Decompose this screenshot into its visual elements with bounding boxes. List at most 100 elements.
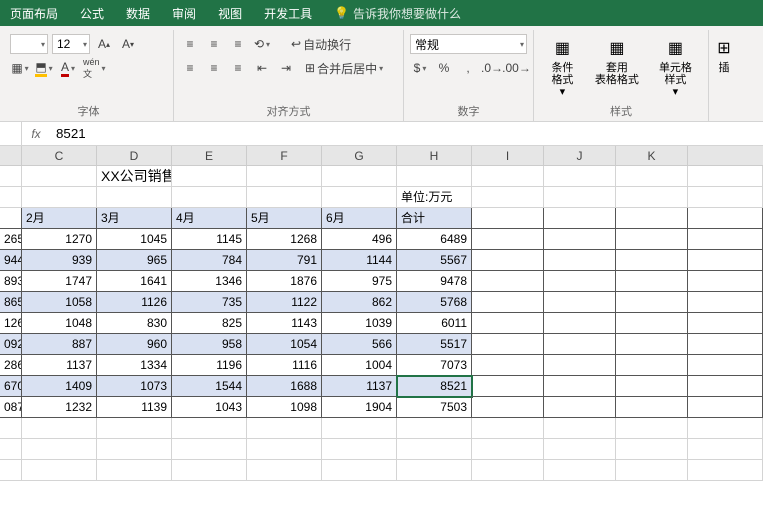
cell[interactable] <box>688 418 763 439</box>
cell[interactable] <box>397 439 472 460</box>
cell[interactable]: 825 <box>172 313 247 334</box>
cell[interactable]: 784 <box>172 250 247 271</box>
cell[interactable]: 合计 <box>397 208 472 229</box>
cell[interactable] <box>322 166 397 187</box>
cell[interactable] <box>0 418 22 439</box>
increase-decimal-icon[interactable]: .0→ <box>482 58 502 78</box>
cell[interactable]: 1334 <box>97 355 172 376</box>
cell[interactable] <box>616 376 688 397</box>
cell[interactable]: 958 <box>172 334 247 355</box>
increase-indent-icon[interactable]: ⇥ <box>276 58 296 78</box>
cell[interactable]: 1143 <box>247 313 322 334</box>
phonetic-icon[interactable]: wén文▾ <box>82 58 107 78</box>
cell[interactable]: 1144 <box>322 250 397 271</box>
cell[interactable]: 893 <box>0 271 22 292</box>
cell[interactable] <box>472 460 544 481</box>
cell[interactable]: 1137 <box>22 355 97 376</box>
cell[interactable] <box>472 397 544 418</box>
cell[interactable]: 1116 <box>247 355 322 376</box>
cell[interactable]: 6011 <box>397 313 472 334</box>
cell[interactable] <box>472 355 544 376</box>
cell[interactable] <box>616 460 688 481</box>
cell[interactable] <box>172 166 247 187</box>
cell[interactable]: 1876 <box>247 271 322 292</box>
percent-icon[interactable]: % <box>434 58 454 78</box>
cell[interactable] <box>544 355 616 376</box>
decrease-decimal-icon[interactable]: .00→ <box>506 58 527 78</box>
cell[interactable]: 092 <box>0 334 22 355</box>
fill-color-icon[interactable]: ⬒▾ <box>34 58 54 78</box>
cell[interactable] <box>688 397 763 418</box>
cell[interactable]: 1346 <box>172 271 247 292</box>
cell[interactable] <box>688 166 763 187</box>
cell[interactable] <box>544 250 616 271</box>
cell[interactable] <box>544 208 616 229</box>
cell[interactable]: 3月 <box>97 208 172 229</box>
col-header[interactable]: E <box>172 146 247 165</box>
cell[interactable]: 670 <box>0 376 22 397</box>
cell[interactable]: 2月 <box>22 208 97 229</box>
cell[interactable]: 6489 <box>397 229 472 250</box>
cell[interactable] <box>472 250 544 271</box>
cell[interactable] <box>0 439 22 460</box>
decrease-indent-icon[interactable]: ⇤ <box>252 58 272 78</box>
cell[interactable]: 1409 <box>22 376 97 397</box>
col-header[interactable]: C <box>22 146 97 165</box>
orientation-icon[interactable]: ⟲▾ <box>252 34 272 54</box>
cell[interactable] <box>544 376 616 397</box>
cell[interactable] <box>22 187 97 208</box>
cell[interactable] <box>322 460 397 481</box>
cell[interactable] <box>172 187 247 208</box>
cell[interactable]: 1641 <box>97 271 172 292</box>
spreadsheet-grid[interactable]: CDEFGHIJK XX公司销售情况统计表单位:万元2月3月4月5月6月合计26… <box>0 146 763 481</box>
cell[interactable]: 1122 <box>247 292 322 313</box>
cell[interactable]: 265 <box>0 229 22 250</box>
cell[interactable] <box>472 376 544 397</box>
cell[interactable] <box>688 334 763 355</box>
cell[interactable] <box>616 397 688 418</box>
tab-pagelayout[interactable]: 页面布局 <box>10 5 58 22</box>
cell[interactable]: 1139 <box>97 397 172 418</box>
cell[interactable]: 1747 <box>22 271 97 292</box>
cell[interactable]: 1039 <box>322 313 397 334</box>
cell[interactable]: 865 <box>0 292 22 313</box>
cell[interactable] <box>544 187 616 208</box>
cell[interactable] <box>247 187 322 208</box>
cell[interactable]: 1904 <box>322 397 397 418</box>
col-header[interactable]: K <box>616 146 688 165</box>
cell[interactable]: 887 <box>22 334 97 355</box>
conditional-format-button[interactable]: ▦ 条件格式▾ <box>540 34 585 100</box>
cell[interactable]: 5517 <box>397 334 472 355</box>
align-bottom-icon[interactable]: ≡ <box>228 34 248 54</box>
cell[interactable] <box>322 439 397 460</box>
cell[interactable] <box>472 187 544 208</box>
cell[interactable] <box>22 418 97 439</box>
col-header[interactable]: H <box>397 146 472 165</box>
cell[interactable]: 8521 <box>397 376 472 397</box>
col-header[interactable]: F <box>247 146 322 165</box>
font-name-combo[interactable]: ▾ <box>10 34 48 54</box>
currency-icon[interactable]: $▾ <box>410 58 430 78</box>
align-right-icon[interactable]: ≡ <box>228 58 248 78</box>
cell[interactable]: 965 <box>97 250 172 271</box>
cell[interactable] <box>472 313 544 334</box>
cell[interactable]: 830 <box>97 313 172 334</box>
cell[interactable]: 5567 <box>397 250 472 271</box>
cell[interactable] <box>472 292 544 313</box>
number-format-combo[interactable]: 常规▾ <box>410 34 527 54</box>
cell[interactable] <box>544 418 616 439</box>
cell[interactable]: 7503 <box>397 397 472 418</box>
tab-view[interactable]: 视图 <box>218 5 242 22</box>
cell[interactable] <box>472 418 544 439</box>
cell[interactable] <box>616 208 688 229</box>
cell[interactable] <box>0 187 22 208</box>
cell[interactable] <box>616 250 688 271</box>
cell[interactable] <box>688 229 763 250</box>
cell[interactable]: 1145 <box>172 229 247 250</box>
cell[interactable]: 1043 <box>172 397 247 418</box>
cell[interactable] <box>247 166 322 187</box>
col-header[interactable]: J <box>544 146 616 165</box>
cell[interactable] <box>472 334 544 355</box>
cell[interactable]: 1126 <box>97 292 172 313</box>
increase-font-icon[interactable]: A▴ <box>94 34 114 54</box>
